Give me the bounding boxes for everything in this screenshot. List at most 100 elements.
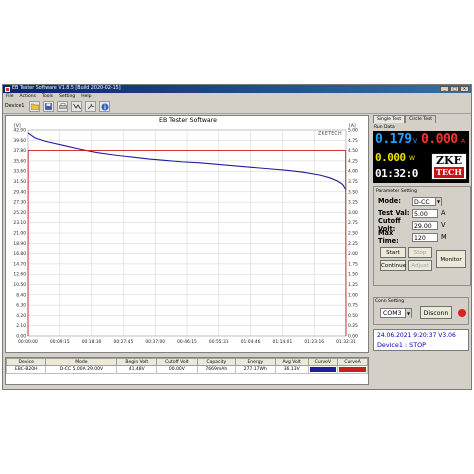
y-left-tick-label: 21.00 (13, 231, 26, 237)
cell-curve-v[interactable] (307, 365, 339, 374)
print-icon[interactable] (57, 101, 69, 112)
y-right-tick-label: 0.75 (348, 303, 358, 309)
cutoff-volt-unit: V (441, 221, 446, 229)
chart-svg: 00:00:00 00:09:15 00:18:30 00:27:45 00:37:00… (13, 123, 358, 345)
voltage-readout: 0.179 (375, 132, 412, 147)
col-avg-volt[interactable]: Avg Volt (274, 358, 309, 366)
y-right-tick-label: 0.50 (348, 313, 358, 319)
parameter-setting-group: Parameter Setting Mode: D-CC ▼ Test Val:… (373, 186, 471, 286)
col-cutoff-volt[interactable]: Cutoff Volt (156, 358, 198, 366)
logo-zke-text: ZKE (436, 154, 462, 167)
info-icon[interactable] (99, 101, 111, 112)
x-tick-label: 01:23:16 (304, 339, 324, 345)
y-right-tick-label: 1.00 (348, 292, 358, 298)
menu-tools[interactable]: Tools (42, 93, 53, 100)
toolbar: Device1 (3, 100, 471, 114)
zketech-logo: ZKE TECH (431, 153, 467, 180)
cell-curve-a[interactable] (337, 365, 368, 374)
logo-tech-text: TECH (434, 167, 464, 178)
x-tick-label: 00:37:00 (145, 339, 165, 345)
col-curve-a[interactable]: CurveA (337, 358, 368, 366)
chevron-down-icon[interactable]: ▼ (435, 197, 441, 206)
tools-icon[interactable] (85, 101, 97, 112)
y-left-tick-label: 37.80 (13, 148, 26, 154)
chevron-down-icon[interactable]: ▼ (405, 309, 411, 318)
chart-brand: ZKETECH (318, 132, 342, 137)
run-data-label: Run Data (374, 125, 395, 130)
results-table: Device Mode Begin Volt Cutoff Volt Capac… (5, 357, 369, 385)
y-right-tick-label: 2.25 (348, 241, 358, 247)
y-left-tick-label: 27.30 (13, 200, 26, 206)
x-tick-label: 00:18:30 (82, 339, 102, 345)
max-time-input[interactable]: 120 (412, 232, 438, 242)
x-tick-label: 00:27:45 (114, 339, 134, 345)
col-energy[interactable]: Energy (234, 358, 276, 366)
mode-select[interactable]: D-CC ▼ (412, 196, 442, 206)
table-row[interactable]: EBC-B20H D-CC 5.00A 29.00V 41.48V 00.00V… (5, 365, 368, 374)
device-label: Device1 (5, 104, 25, 109)
tab-single-test[interactable]: Single Test (373, 115, 406, 123)
test-val-label: Test Val: (378, 209, 410, 217)
cutoff-volt-input[interactable]: 29.00 (412, 220, 438, 230)
disconnect-button[interactable]: Disconn (420, 306, 452, 319)
minimize-button[interactable]: _ (440, 86, 449, 92)
conn-setting-label: Conn Setting (375, 299, 405, 304)
parameter-setting-label: Parameter Setting (376, 189, 417, 194)
curve-icon[interactable] (71, 101, 83, 112)
connection-group: Conn Setting COM3 ▼ Disconn (373, 297, 469, 325)
menu-help[interactable]: Help (81, 93, 91, 100)
col-begin-volt[interactable]: Begin Volt (116, 358, 158, 366)
curve-a-swatch[interactable] (339, 367, 366, 372)
current-readout: 0.000 (421, 132, 458, 147)
com-port-value: COM3 (383, 310, 402, 317)
x-tick-label: 00:55:31 (209, 339, 229, 345)
y-right-tick-label: 4.00 (348, 169, 358, 175)
status-display: 24.06.2021 9:20:37 V3.06 Device1 : STOP (373, 329, 469, 351)
save-icon[interactable] (43, 101, 55, 112)
power-readout: 0.000 (375, 151, 406, 164)
connection-status-icon (458, 309, 466, 317)
continue-button[interactable]: Continue (380, 260, 406, 271)
x-tick-label: 00:46:15 (177, 339, 197, 345)
col-device[interactable]: Device (5, 358, 47, 366)
col-capacity[interactable]: Capacity (196, 358, 236, 366)
status-device: Device1 : STOP (377, 341, 426, 349)
y-right-tick-label: 0.25 (348, 323, 358, 329)
y-left-tick-label: 33.60 (13, 169, 26, 175)
curve-v-swatch[interactable] (309, 367, 337, 372)
close-button[interactable]: × (460, 86, 469, 92)
adjust-button[interactable]: Adjust (408, 260, 432, 271)
y-left-tick-label: 25.20 (13, 210, 26, 216)
chart-title: EB Tester Software (159, 117, 217, 124)
x-tick-label: 01:14:01 (273, 339, 293, 345)
y-right-tick-label: 2.50 (348, 231, 358, 237)
x-tick-label: 00:00:00 (18, 339, 38, 345)
com-port-select[interactable]: COM3 ▼ (380, 308, 412, 318)
open-icon[interactable] (29, 101, 41, 112)
test-val-input[interactable]: 5.00 (412, 208, 438, 218)
y-left-tick-label: 18.90 (13, 241, 26, 247)
menu-actions[interactable]: Actions (20, 93, 36, 100)
app-icon (5, 86, 10, 92)
tab-circle-test[interactable]: Circle Test (405, 115, 437, 123)
y-right-tick-label: 3.25 (348, 200, 358, 206)
stop-button[interactable]: Stop (408, 247, 432, 258)
title-bar: EB Tester Software V1.8.5 [Build 2020-02… (3, 85, 471, 93)
current-unit: A (461, 138, 466, 145)
mode-value: D-CC (414, 198, 430, 206)
y-left-tick-label: 4.20 (16, 313, 26, 319)
y-right-tick-label: 3.75 (348, 179, 358, 185)
monitor-button[interactable]: Monitor (436, 250, 466, 268)
cell-avg-volt: 36.13V (274, 365, 309, 374)
menu-setting[interactable]: Setting (59, 93, 75, 100)
y-right-tick-label: 0.00 (348, 334, 358, 340)
cell-mode: D-CC 5.00A 29.00V (45, 365, 118, 374)
menu-file[interactable]: File (6, 93, 14, 100)
power-unit: W (409, 155, 415, 162)
maximize-button[interactable]: □ (450, 86, 459, 92)
start-button[interactable]: Start (380, 247, 406, 258)
col-curve-v[interactable]: CurveV (307, 358, 339, 366)
test-val-unit: A (441, 209, 446, 217)
col-mode[interactable]: Mode (45, 358, 118, 366)
y-left-tick-label: 35.60 (13, 158, 26, 164)
